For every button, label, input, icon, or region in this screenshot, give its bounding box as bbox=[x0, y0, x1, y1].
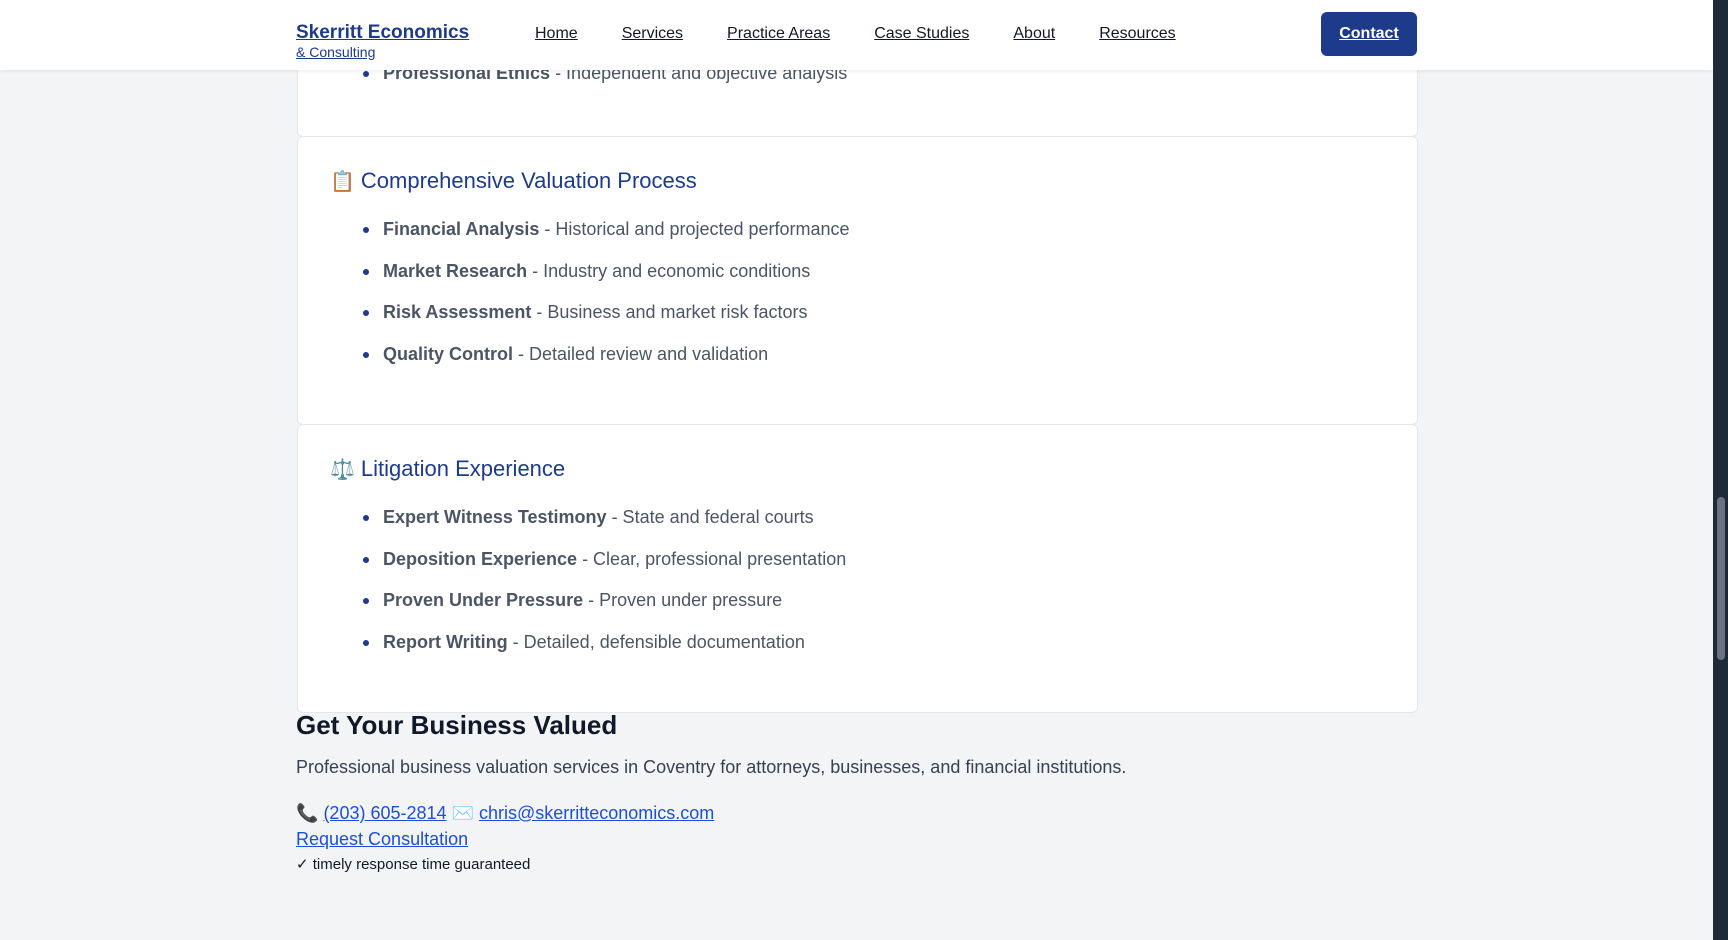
logo-sub-text: & Consulting bbox=[296, 44, 376, 60]
email-link[interactable]: chris@skerritteconomics.com bbox=[479, 803, 714, 823]
logo-main-text: Skerritt Economics bbox=[296, 22, 470, 43]
list-item: Report Writing - Detailed, defensible do… bbox=[330, 630, 846, 654]
valuation-heading: 📋 Comprehensive Valuation Process bbox=[330, 167, 697, 196]
nav-practice-areas[interactable]: Practice Areas bbox=[727, 24, 830, 44]
list-item: Proven Under Pressure - Proven under pre… bbox=[330, 588, 846, 612]
list-item: Market Research - Industry and economic … bbox=[330, 259, 850, 283]
item-term: Quality Control bbox=[383, 343, 513, 364]
item-term: Risk Assessment bbox=[383, 302, 532, 322]
item-term: Report Writing bbox=[383, 631, 508, 652]
clipboard-icon: 📋 bbox=[330, 171, 355, 193]
cta-description: Professional business valuation services… bbox=[296, 757, 1127, 777]
item-desc: - Clear, professional presentation bbox=[577, 548, 847, 569]
list-item: Quality Control - Detailed review and va… bbox=[330, 342, 850, 366]
nav-about[interactable]: About bbox=[1013, 24, 1055, 44]
nav-home[interactable]: Home bbox=[535, 24, 578, 44]
email-icon: ✉️ bbox=[451, 803, 474, 823]
cta-section: Get Your Business Valued Professional bu… bbox=[296, 708, 1416, 875]
item-term: Proven Under Pressure bbox=[383, 590, 584, 610]
valuation-process-card: 📋 Comprehensive Valuation Process Financi… bbox=[297, 136, 1418, 425]
item-term: Market Research bbox=[383, 260, 528, 281]
item-desc: - Historical and projected performance bbox=[539, 219, 850, 239]
valuation-title: Comprehensive Valuation Process bbox=[360, 168, 697, 193]
nav-case-studies[interactable]: Case Studies bbox=[874, 24, 969, 44]
item-desc: - Detailed review and validation bbox=[513, 343, 769, 364]
item-desc: - Proven under pressure bbox=[583, 590, 783, 610]
cta-title: Get Your Business Valued bbox=[296, 710, 618, 740]
vertical-scrollbar[interactable] bbox=[1713, 0, 1728, 940]
site-header: Skerritt Economics & Consulting Home Ser… bbox=[0, 0, 1713, 70]
main-nav: Home Services Practice Areas Case Studie… bbox=[535, 24, 1220, 44]
list-item: Expert Witness Testimony - State and fed… bbox=[330, 505, 846, 529]
request-consultation-link[interactable]: Request Consultation bbox=[296, 827, 1416, 851]
scales-icon: ⚖️ bbox=[330, 459, 355, 481]
scrollbar-thumb[interactable] bbox=[1717, 497, 1725, 660]
nav-resources[interactable]: Resources bbox=[1099, 24, 1175, 44]
response-guarantee: ✓ timely response time guaranteed bbox=[296, 856, 531, 873]
item-desc: - Industry and economic conditions bbox=[527, 260, 811, 281]
item-desc: - Detailed, defensible documentation bbox=[507, 631, 805, 652]
nav-services[interactable]: Services bbox=[622, 24, 683, 44]
item-term: Deposition Experience bbox=[383, 548, 578, 569]
item-desc: - State and federal courts bbox=[606, 507, 814, 527]
valuation-list: Financial Analysis - Historical and proj… bbox=[330, 217, 850, 383]
item-desc: - Business and market risk factors bbox=[531, 302, 808, 322]
litigation-list: Expert Witness Testimony - State and fed… bbox=[330, 505, 846, 671]
litigation-title: Litigation Experience bbox=[360, 456, 566, 481]
phone-link[interactable]: (203) 605-2814 bbox=[323, 803, 446, 823]
item-term: Financial Analysis bbox=[383, 219, 540, 239]
contact-line: 📞 (203) 605-2814 ✉️ chris@skerritteconom… bbox=[296, 801, 1416, 825]
page-viewport: Professional Ethics - Independent and ob… bbox=[0, 0, 1713, 940]
phone-icon: 📞 bbox=[296, 803, 319, 823]
list-item: Deposition Experience - Clear, professio… bbox=[330, 547, 846, 571]
contact-button[interactable]: Contact bbox=[1321, 12, 1417, 56]
list-item: Financial Analysis - Historical and proj… bbox=[330, 217, 850, 241]
litigation-heading: ⚖️ Litigation Experience bbox=[330, 455, 565, 484]
list-item: Risk Assessment - Business and market ri… bbox=[330, 300, 850, 324]
litigation-experience-card: ⚖️ Litigation Experience Expert Witness T… bbox=[297, 424, 1418, 713]
item-term: Expert Witness Testimony bbox=[383, 507, 607, 527]
site-logo[interactable]: Skerritt Economics & Consulting bbox=[296, 22, 469, 60]
